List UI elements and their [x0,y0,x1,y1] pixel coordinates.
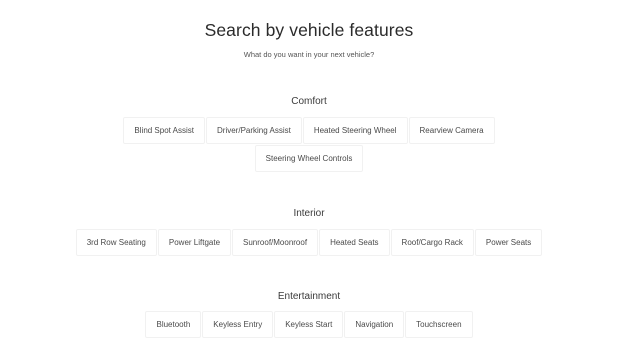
feature-chip-touchscreen[interactable]: Touchscreen [405,311,473,338]
feature-chip-navigation[interactable]: Navigation [344,311,405,338]
feature-chip-driver-parking-assist[interactable]: Driver/Parking Assist [206,117,302,144]
feature-chip-keyless-start[interactable]: Keyless Start [274,311,344,338]
section-title-interior: Interior [293,208,325,219]
feature-chip-rearview-camera[interactable]: Rearview Camera [408,117,495,144]
page-title: Search by vehicle features [204,20,414,40]
section-title-comfort: Comfort [291,96,327,107]
entertainment-feature-row: Bluetooth Keyless Entry Keyless Start Na… [0,311,618,338]
interior-feature-row: 3rd Row Seating Power Liftgate Sunroof/M… [0,229,618,256]
feature-chip-keyless-entry[interactable]: Keyless Entry [202,311,274,338]
feature-chip-power-seats[interactable]: Power Seats [474,229,543,256]
feature-chip-blind-spot-assist[interactable]: Blind Spot Assist [123,117,206,144]
feature-chip-steering-wheel-controls[interactable]: Steering Wheel Controls [254,145,364,172]
feature-chip-roof-cargo-rack[interactable]: Roof/Cargo Rack [390,229,474,256]
feature-chip-bluetooth[interactable]: Bluetooth [145,311,202,338]
vehicle-features-panel: Search by vehicle features What do you w… [0,0,618,349]
feature-chip-power-liftgate[interactable]: Power Liftgate [157,229,232,256]
comfort-feature-row: Blind Spot Assist Driver/Parking Assist … [0,117,618,144]
feature-chip-heated-steering-wheel[interactable]: Heated Steering Wheel [302,117,408,144]
section-title-entertainment: Entertainment [277,291,341,302]
feature-chip-sunroof-moonroof[interactable]: Sunroof/Moonroof [232,229,319,256]
feature-chip-heated-seats[interactable]: Heated Seats [319,229,390,256]
feature-chip-3rd-row-seating[interactable]: 3rd Row Seating [75,229,157,256]
page-subtitle: What do you want in your next vehicle? [243,50,375,59]
comfort-feature-row: Steering Wheel Controls [0,145,618,172]
